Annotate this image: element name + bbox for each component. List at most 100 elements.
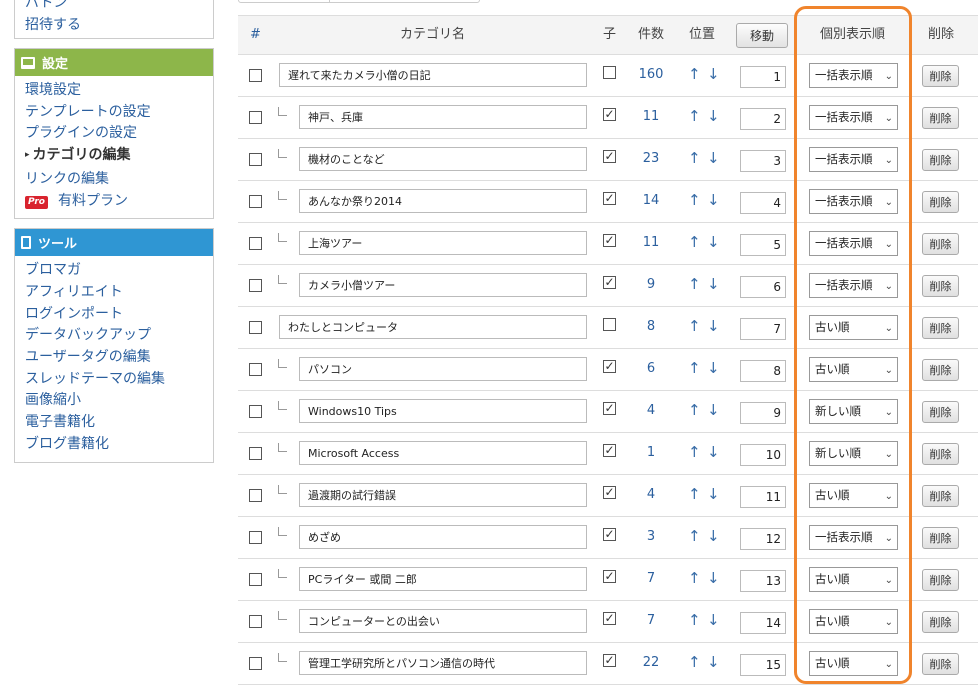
display-order-select[interactable]: 一括表示順 ⌄	[809, 105, 898, 130]
sidebar-item-tool[interactable]: ログインポート	[25, 304, 203, 326]
child-checkbox[interactable]: ✓	[603, 654, 616, 667]
entry-count-link[interactable]: 6	[632, 349, 670, 389]
child-checkbox[interactable]: ✓	[603, 150, 616, 163]
move-down-icon[interactable]: ↓	[707, 139, 720, 177]
delete-button[interactable]: 削除	[922, 653, 959, 675]
move-down-icon[interactable]: ↓	[707, 559, 720, 597]
display-order-select[interactable]: 古い順 ⌄	[809, 567, 898, 592]
sidebar-item-link-edit[interactable]: リンクの編集	[25, 169, 203, 191]
display-order-select[interactable]: 古い順 ⌄	[809, 357, 898, 382]
child-checkbox[interactable]: ✓	[603, 108, 616, 121]
child-checkbox[interactable]	[603, 318, 616, 331]
move-up-icon[interactable]: ↑	[688, 223, 701, 261]
move-down-icon[interactable]: ↓	[707, 349, 720, 387]
child-checkbox[interactable]	[603, 66, 616, 79]
entry-count-link[interactable]: 7	[632, 601, 670, 641]
display-order-select[interactable]: 一括表示順 ⌄	[809, 525, 898, 550]
move-down-icon[interactable]: ↓	[707, 181, 720, 219]
position-input[interactable]	[740, 318, 786, 340]
row-select-checkbox[interactable]	[249, 531, 262, 544]
sidebar-item-tool[interactable]: スレッドテーマの編集	[25, 369, 203, 391]
delete-button[interactable]: 削除	[922, 149, 959, 171]
position-input[interactable]	[740, 486, 786, 508]
category-name-input[interactable]	[299, 273, 587, 297]
row-select-checkbox[interactable]	[249, 405, 262, 418]
category-name-input[interactable]	[279, 63, 587, 87]
delete-button[interactable]: 削除	[922, 317, 959, 339]
position-input[interactable]	[740, 150, 786, 172]
category-name-input[interactable]	[299, 525, 587, 549]
move-down-icon[interactable]: ↓	[707, 475, 720, 513]
entry-count-link[interactable]: 4	[632, 391, 670, 431]
entry-count-link[interactable]: 14	[632, 181, 670, 221]
row-select-checkbox[interactable]	[249, 111, 262, 124]
position-input[interactable]	[740, 612, 786, 634]
category-name-input[interactable]	[299, 483, 587, 507]
header-hash[interactable]: #	[250, 16, 261, 54]
entry-count-link[interactable]: 1	[632, 433, 670, 473]
move-down-icon[interactable]: ↓	[707, 433, 720, 471]
sidebar-item-paid-plan[interactable]: Pro 有料プラン	[25, 191, 203, 213]
sidebar-item-tool[interactable]: 電子書籍化	[25, 412, 203, 434]
move-up-icon[interactable]: ↑	[688, 517, 701, 555]
category-name-input[interactable]	[299, 567, 587, 591]
display-order-select[interactable]: 一括表示順 ⌄	[809, 147, 898, 172]
row-select-checkbox[interactable]	[249, 279, 262, 292]
category-name-input[interactable]	[299, 147, 587, 171]
position-input[interactable]	[740, 276, 786, 298]
entry-count-link[interactable]: 11	[632, 223, 670, 263]
position-input[interactable]	[740, 528, 786, 550]
row-select-checkbox[interactable]	[249, 195, 262, 208]
delete-button[interactable]: 削除	[922, 233, 959, 255]
delete-button[interactable]: 削除	[922, 569, 959, 591]
display-order-select[interactable]: 新しい順 ⌄	[809, 399, 898, 424]
move-down-icon[interactable]: ↓	[707, 601, 720, 639]
category-name-input[interactable]	[279, 315, 587, 339]
position-input[interactable]	[740, 360, 786, 382]
display-order-select[interactable]: 一括表示順 ⌄	[809, 231, 898, 256]
display-order-select[interactable]: 新しい順 ⌄	[809, 441, 898, 466]
sidebar-link-baton[interactable]: バトン	[25, 0, 203, 14]
move-down-icon[interactable]: ↓	[707, 223, 720, 261]
display-order-select[interactable]: 古い順 ⌄	[809, 651, 898, 676]
entry-count-link[interactable]: 3	[632, 517, 670, 557]
sidebar-item-category-edit[interactable]: カテゴリの編集	[25, 145, 203, 169]
sidebar-item-tool[interactable]: アフィリエイト	[25, 282, 203, 304]
move-down-icon[interactable]: ↓	[707, 517, 720, 555]
child-checkbox[interactable]: ✓	[603, 570, 616, 583]
display-order-select[interactable]: 一括表示順 ⌄	[809, 63, 898, 88]
delete-button[interactable]: 削除	[922, 527, 959, 549]
move-up-icon[interactable]: ↑	[688, 349, 701, 387]
row-select-checkbox[interactable]	[249, 363, 262, 376]
move-up-icon[interactable]: ↑	[688, 307, 701, 345]
row-select-checkbox[interactable]	[249, 69, 262, 82]
display-order-select[interactable]: 一括表示順 ⌄	[809, 273, 898, 298]
move-down-icon[interactable]: ↓	[707, 643, 720, 681]
position-input[interactable]	[740, 570, 786, 592]
move-up-icon[interactable]: ↑	[688, 475, 701, 513]
entry-count-link[interactable]: 7	[632, 559, 670, 599]
move-up-icon[interactable]: ↑	[688, 181, 701, 219]
sidebar-item-tool[interactable]: ユーザータグの編集	[25, 347, 203, 369]
child-checkbox[interactable]: ✓	[603, 276, 616, 289]
position-input[interactable]	[740, 444, 786, 466]
position-input[interactable]	[740, 402, 786, 424]
child-checkbox[interactable]: ✓	[603, 234, 616, 247]
child-checkbox[interactable]: ✓	[603, 444, 616, 457]
category-name-input[interactable]	[299, 609, 587, 633]
child-checkbox[interactable]: ✓	[603, 612, 616, 625]
child-checkbox[interactable]: ✓	[603, 360, 616, 373]
sidebar-item-tool[interactable]: ブログ書籍化	[25, 434, 203, 456]
entry-count-link[interactable]: 23	[632, 139, 670, 179]
move-up-icon[interactable]: ↑	[688, 643, 701, 681]
category-name-input[interactable]	[299, 105, 587, 129]
delete-button[interactable]: 削除	[922, 65, 959, 87]
sidebar-item-env-settings[interactable]: 環境設定	[25, 80, 203, 102]
delete-button[interactable]: 削除	[922, 107, 959, 129]
move-up-icon[interactable]: ↑	[688, 559, 701, 597]
entry-count-link[interactable]: 11	[632, 97, 670, 137]
sidebar-item-tool[interactable]: 画像縮小	[25, 390, 203, 412]
row-select-checkbox[interactable]	[249, 615, 262, 628]
sidebar-link-invite[interactable]: 招待する	[25, 14, 203, 36]
position-input[interactable]	[740, 66, 786, 88]
